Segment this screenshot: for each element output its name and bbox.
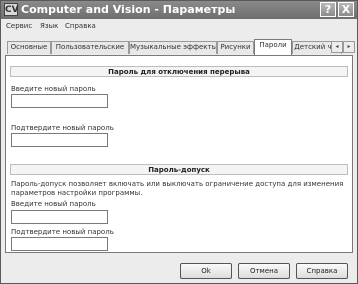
help-button[interactable]: Справка [296, 263, 348, 279]
passwords-panel: Пароль для отключения перерыва Введите н… [5, 55, 353, 253]
break-new-password-input[interactable] [11, 94, 108, 108]
tab-music-effects[interactable]: Музыкальные эффекты [129, 41, 217, 54]
break-password-header: Пароль для отключения перерыва [10, 66, 348, 77]
help-title-button[interactable]: ? [320, 2, 336, 17]
access-confirm-password-label: Подтвердите новый пароль [11, 228, 114, 236]
menu-help[interactable]: Справка [65, 22, 96, 30]
access-new-password-label: Введите новый пароль [11, 200, 96, 208]
title-bar[interactable]: CV Computer and Vision - Параметры ? X [1, 1, 357, 19]
break-new-password-label: Введите новый пароль [11, 85, 96, 93]
close-button[interactable]: X [338, 2, 354, 17]
cancel-button[interactable]: Отмена [238, 263, 290, 279]
access-new-password-input[interactable] [11, 210, 108, 224]
break-confirm-password-input[interactable] [11, 133, 108, 147]
ok-button[interactable]: Ok [180, 263, 232, 279]
menu-bar: Сервис Язык Справка [1, 19, 357, 35]
tab-strip: Основные Пользовательские Музыкальные эф… [1, 39, 357, 55]
app-icon: CV [4, 3, 19, 16]
access-confirm-password-input[interactable] [11, 237, 108, 251]
tab-pictures[interactable]: Рисунки [217, 41, 254, 54]
window-title: Computer and Vision - Параметры [21, 3, 236, 16]
tab-passwords[interactable]: Пароли [254, 39, 292, 55]
options-window: CV Computer and Vision - Параметры ? X С… [0, 0, 358, 284]
tab-scroll-right-icon[interactable]: ▸ [343, 41, 355, 53]
access-password-description: Пароль-допуск позволяет включать или вык… [11, 180, 344, 197]
tab-scroll-left-icon[interactable]: ◂ [331, 41, 343, 53]
access-password-header: Пароль-допуск [10, 164, 348, 175]
tab-general[interactable]: Основные [7, 41, 51, 54]
tab-custom[interactable]: Пользовательские [51, 41, 129, 54]
menu-language[interactable]: Язык [40, 22, 58, 30]
break-confirm-password-label: Подтвердите новый пароль [11, 124, 114, 132]
menu-service[interactable]: Сервис [6, 22, 32, 30]
